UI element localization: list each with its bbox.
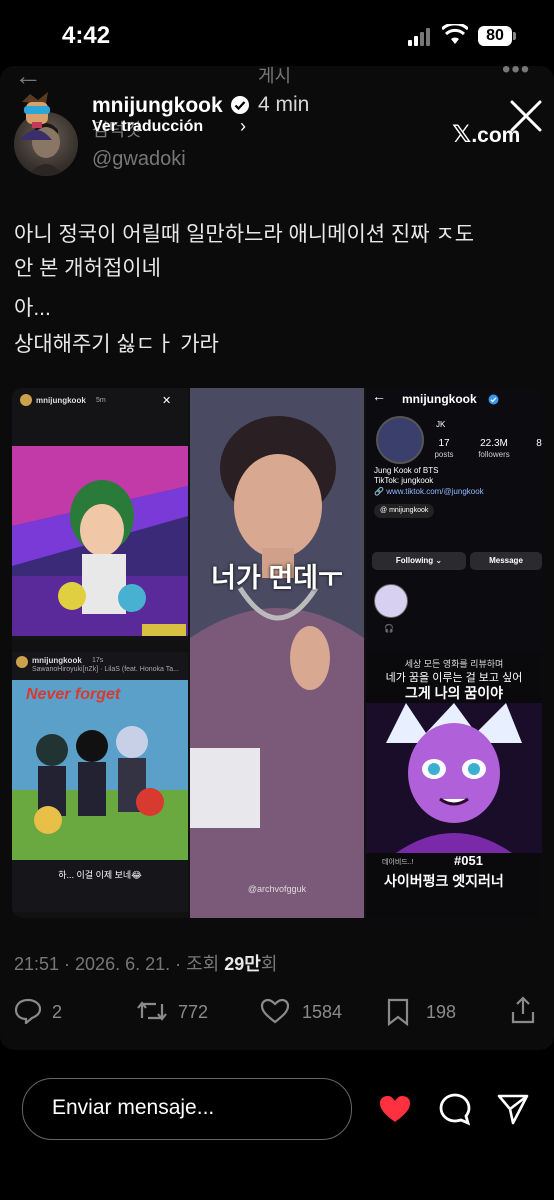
review-card-panel: 세상 모든 영화를 리뷰하며 네가 꿈을 이루는 걸 보고 싶어 그게 나의 꿈…	[366, 653, 542, 918]
story-overlay-text-2: Never forget	[26, 686, 121, 703]
translate-link[interactable]: Ver traducción	[92, 118, 203, 136]
share-icon[interactable]	[510, 996, 536, 1024]
story-music-2: SawanoHiroyuki[nZk] · LilaS (feat. Honok…	[32, 666, 179, 673]
following-count: 8	[536, 438, 542, 449]
story-time-2: 17s	[92, 657, 104, 664]
message-button: Message	[470, 552, 542, 570]
story-caption-2: 하... 이걸 이제 보네😂	[58, 870, 142, 880]
posts-count: 17	[438, 438, 450, 449]
back-arrow-icon[interactable]: ←	[14, 66, 42, 86]
x-logo-icon: 𝕏	[452, 121, 472, 148]
post-text-line-3: 아...	[14, 297, 51, 320]
story-screenshot-panel-top: mnijungkook 5m ✕	[12, 388, 188, 640]
threads-handle: mnijungkook	[389, 507, 429, 514]
heart-like-icon[interactable]	[378, 1094, 412, 1124]
story-user-2: mnijungkook	[32, 656, 82, 665]
overlay-avatar	[20, 92, 52, 140]
person-photo	[190, 388, 364, 918]
bio-link: 🔗 www.tiktok.com/@jungkook	[374, 487, 484, 496]
post-views: 29만	[224, 954, 261, 974]
message-placeholder: Enviar mensaje...	[52, 1096, 215, 1119]
reply-count: 2	[52, 1002, 63, 1022]
anime-scene-image	[12, 446, 188, 636]
source-domain: .com	[471, 124, 521, 147]
more-options-icon[interactable]: •••	[502, 66, 530, 84]
following-button: Following ⌄	[372, 552, 466, 570]
like-icon[interactable]	[260, 998, 290, 1024]
profile-initials: JK	[436, 420, 446, 429]
profile-username: mnijungkook	[402, 392, 477, 406]
followers-label: followers	[478, 450, 510, 459]
cell-signal-icon	[408, 28, 434, 46]
post-text-line-4: 상대해주기 싫ㄷㅏ 가라	[14, 333, 219, 356]
post-text-line-2: 안 본 개허접이네	[14, 257, 161, 280]
review-tag: 데이비드..!	[382, 859, 414, 866]
post-card: ← 게시 ••• 김덕갓 mnijungkook 4 min Ver tradu…	[0, 66, 554, 1050]
story-screenshot-panel-bottom: mnijungkook 17s SawanoHiroyuki[nZk] · Li…	[12, 652, 188, 912]
posts-label: posts	[434, 450, 454, 459]
story-username[interactable]: mnijungkook	[92, 94, 223, 118]
review-title: 사이버펑크 엣지러너	[384, 873, 504, 889]
underlying-header: ← 게시 •••	[0, 66, 554, 86]
threads-badge: @ mnijungkook	[374, 504, 435, 518]
headphones-icon: 🎧	[384, 624, 394, 633]
story-close-icon: ✕	[162, 395, 172, 407]
profile-back-icon: ←	[372, 388, 386, 404]
author-handle[interactable]: @gwadoki	[92, 148, 186, 171]
review-number: #051	[454, 853, 483, 868]
verified-badge-icon	[231, 96, 249, 114]
bookmark-icon[interactable]	[386, 998, 410, 1026]
profile-screenshot-panel: ← mnijungkook JK 17 posts 22.3M follower…	[366, 388, 542, 653]
center-overlay-text: 너가 먼데ㅜ	[211, 563, 343, 593]
comment-icon[interactable]	[438, 1092, 472, 1126]
repost-icon[interactable]	[136, 998, 168, 1024]
wifi-icon	[442, 24, 468, 44]
chevron-right-icon: ›	[240, 116, 246, 136]
header-title: 게시	[258, 66, 292, 86]
reply-icon[interactable]	[14, 998, 42, 1024]
post-views-suffix: 회	[260, 954, 278, 974]
send-icon[interactable]	[496, 1092, 530, 1126]
photo-credit: @archvofgguk	[247, 884, 307, 894]
story-user-1: mnijungkook	[36, 396, 86, 405]
highlight-avatar	[374, 584, 408, 618]
following-button-label: Following	[395, 556, 434, 565]
battery-tip	[513, 32, 516, 40]
story-time-1: 5m	[96, 397, 106, 404]
status-time: 4:42	[62, 22, 111, 49]
post-timestamp: 21:51 · 2026. 6. 21. · 조회	[14, 954, 220, 974]
source-label: 𝕏.com	[452, 120, 520, 149]
repost-count: 772	[178, 1002, 209, 1022]
story-avatar	[20, 394, 32, 406]
story-avatar-2	[16, 656, 28, 668]
post-image-collage[interactable]: mnijungkook 5m ✕ mnijungkook 17s SawanoH…	[12, 388, 542, 918]
post-meta: 21:51 · 2026. 6. 21. · 조회 29만회	[14, 950, 277, 976]
bio-name: Jung Kook of BTS	[374, 466, 439, 475]
bookmark-count: 198	[426, 1002, 457, 1022]
battery-indicator: 80	[478, 26, 512, 46]
story-time-ago: 4 min	[258, 93, 310, 116]
profile-avatar	[376, 416, 424, 464]
center-photo-panel: 너가 먼데ㅜ @archvofgguk	[190, 388, 364, 918]
bio-link-text: www.tiktok.com/@jungkook	[386, 487, 484, 496]
followers-count: 22.3M	[480, 438, 508, 449]
bio-tiktok: TikTok: jungkook	[374, 476, 434, 485]
anime-group-image	[12, 680, 188, 860]
like-count: 1584	[302, 1002, 343, 1022]
profile-verified-icon	[488, 394, 499, 405]
post-text-line-1: 아니 정국이 어릴때 일만하느라 애니메이션 진짜 ㅈ도	[14, 223, 475, 246]
review-line-3: 그게 나의 꿈이야	[405, 685, 503, 701]
anime-character-image	[366, 703, 542, 853]
